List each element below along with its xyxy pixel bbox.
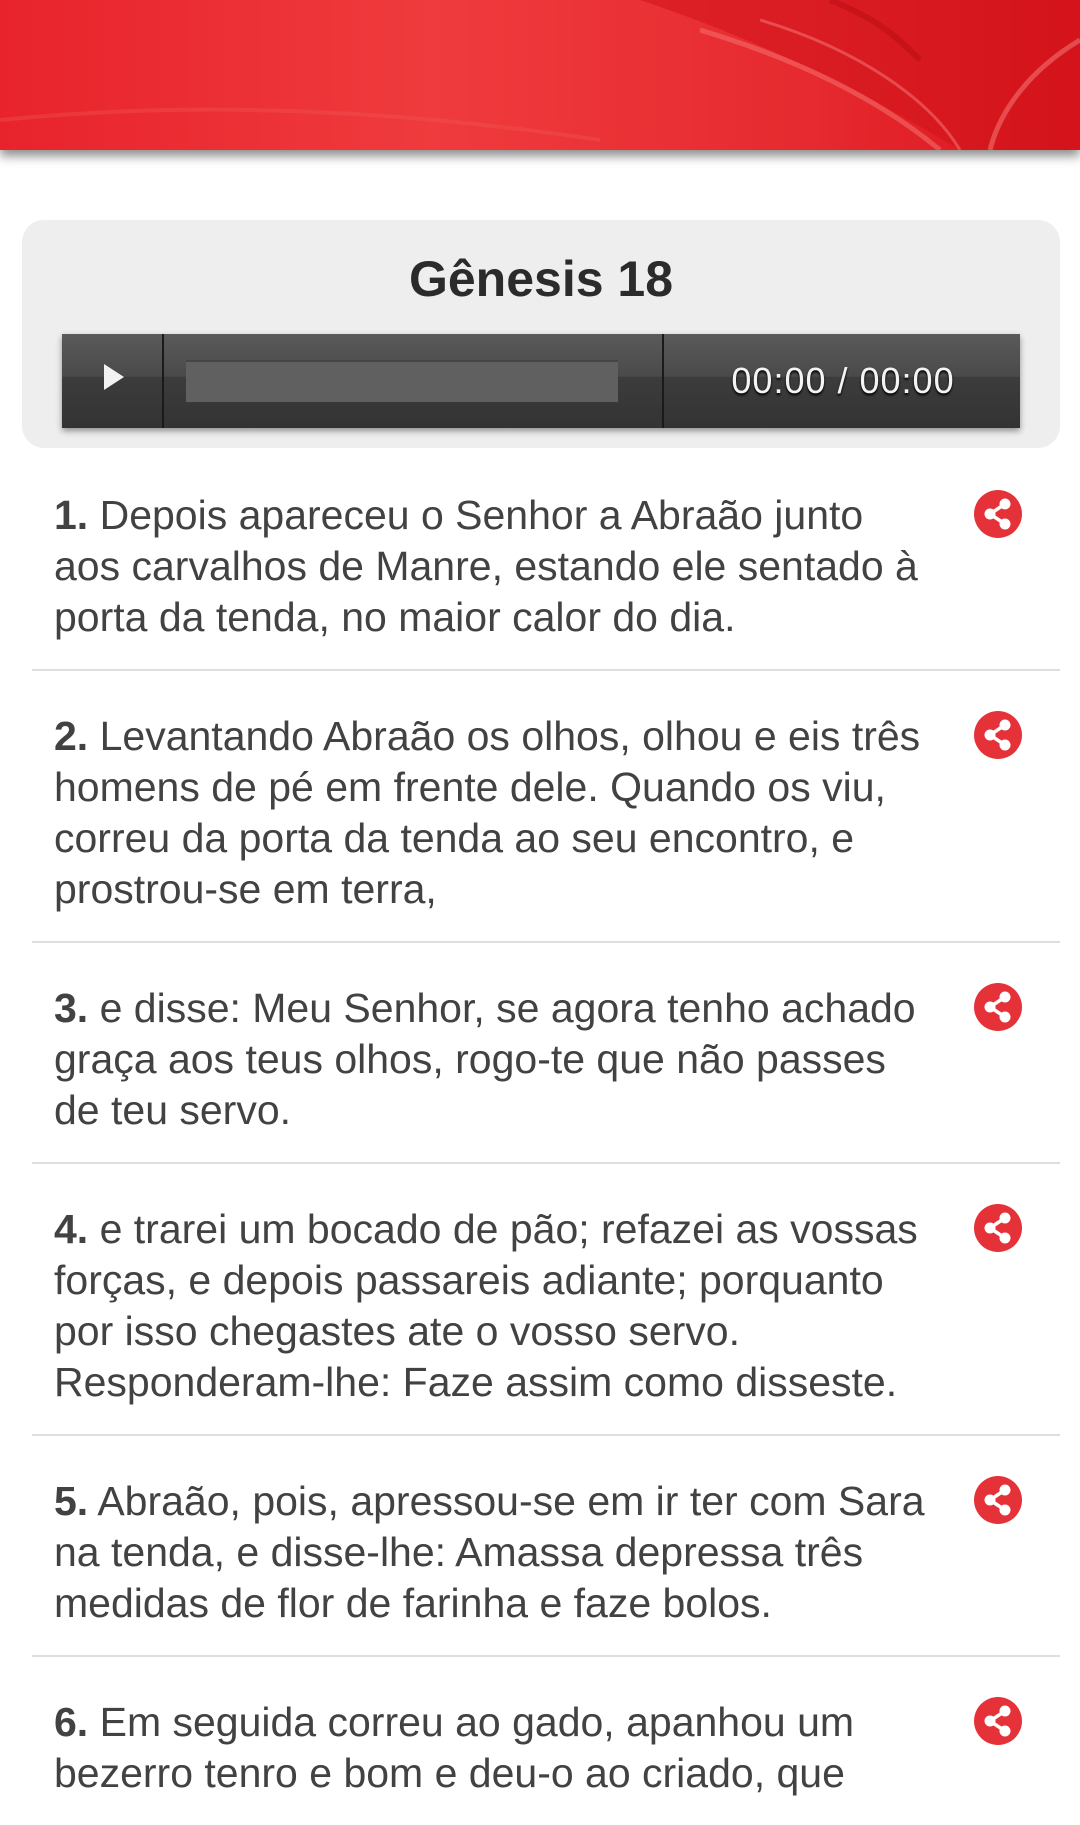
share-icon [984, 1484, 1011, 1516]
seek-bar[interactable] [186, 360, 618, 402]
chapter-title: Gênesis 18 [408, 251, 674, 307]
share-button[interactable] [974, 490, 1022, 538]
verse-body: Em seguida correu ao gado, apanhou um be… [54, 1699, 855, 1796]
play-button[interactable] [62, 334, 164, 428]
verse-item: 4. e trarei um bocado de pão; refazei as… [32, 1164, 1060, 1436]
share-icon [984, 719, 1011, 751]
verse-body: Depois apareceu o Senhor a Abraão junto … [54, 492, 918, 640]
share-button[interactable] [974, 711, 1022, 759]
play-icon [104, 364, 124, 390]
verse-item: 6. Em seguida correu ao gado, apanhou um… [32, 1657, 1060, 1825]
audio-player-card: Gênesis 18 00:00 / 00:00 [22, 220, 1060, 448]
time-display: 00:00 / 00:00 [731, 360, 955, 401]
share-icon [984, 1705, 1011, 1737]
verse-text: 5. Abraão, pois, apressou-se em ir ter c… [54, 1476, 934, 1629]
verse-number: 4. [54, 1206, 89, 1252]
share-icon [984, 498, 1011, 530]
divider [662, 334, 664, 428]
verse-number: 1. [54, 492, 89, 538]
share-button[interactable] [974, 1204, 1022, 1252]
verse-item: 1. Depois apareceu o Senhor a Abraão jun… [32, 450, 1060, 671]
verse-text: 3. e disse: Meu Senhor, se agora tenho a… [54, 983, 934, 1136]
verse-body: Levantando Abraão os olhos, olhou e eis … [54, 713, 921, 912]
share-button[interactable] [974, 1476, 1022, 1524]
verse-body: e disse: Meu Senhor, se agora tenho acha… [54, 985, 916, 1133]
verse-number: 6. [54, 1699, 89, 1745]
verse-item: 2. Levantando Abraão os olhos, olhou e e… [32, 671, 1060, 943]
share-button[interactable] [974, 1697, 1022, 1745]
verse-text: 2. Levantando Abraão os olhos, olhou e e… [54, 711, 934, 915]
verse-body: e trarei um bocado de pão; refazei as vo… [54, 1206, 918, 1405]
share-button[interactable] [974, 983, 1022, 1031]
verse-text: 1. Depois apareceu o Senhor a Abraão jun… [54, 490, 934, 643]
verse-text: 6. Em seguida correu ao gado, apanhou um… [54, 1697, 934, 1799]
verse-body: Abraão, pois, apressou-se em ir ter com … [54, 1478, 925, 1626]
share-icon [984, 991, 1011, 1023]
header-banner [0, 0, 1080, 150]
verse-item: 3. e disse: Meu Senhor, se agora tenho a… [32, 943, 1060, 1164]
verse-list: 1. Depois apareceu o Senhor a Abraão jun… [32, 450, 1060, 1825]
share-icon [984, 1212, 1011, 1244]
open-book-illustration [0, 0, 1080, 150]
verse-number: 2. [54, 713, 89, 759]
verse-item: 5. Abraão, pois, apressou-se em ir ter c… [32, 1436, 1060, 1657]
verse-number: 3. [54, 985, 89, 1031]
verse-number: 5. [54, 1478, 89, 1524]
audio-controls: 00:00 / 00:00 [62, 334, 1020, 428]
verse-text: 4. e trarei um bocado de pão; refazei as… [54, 1204, 934, 1408]
